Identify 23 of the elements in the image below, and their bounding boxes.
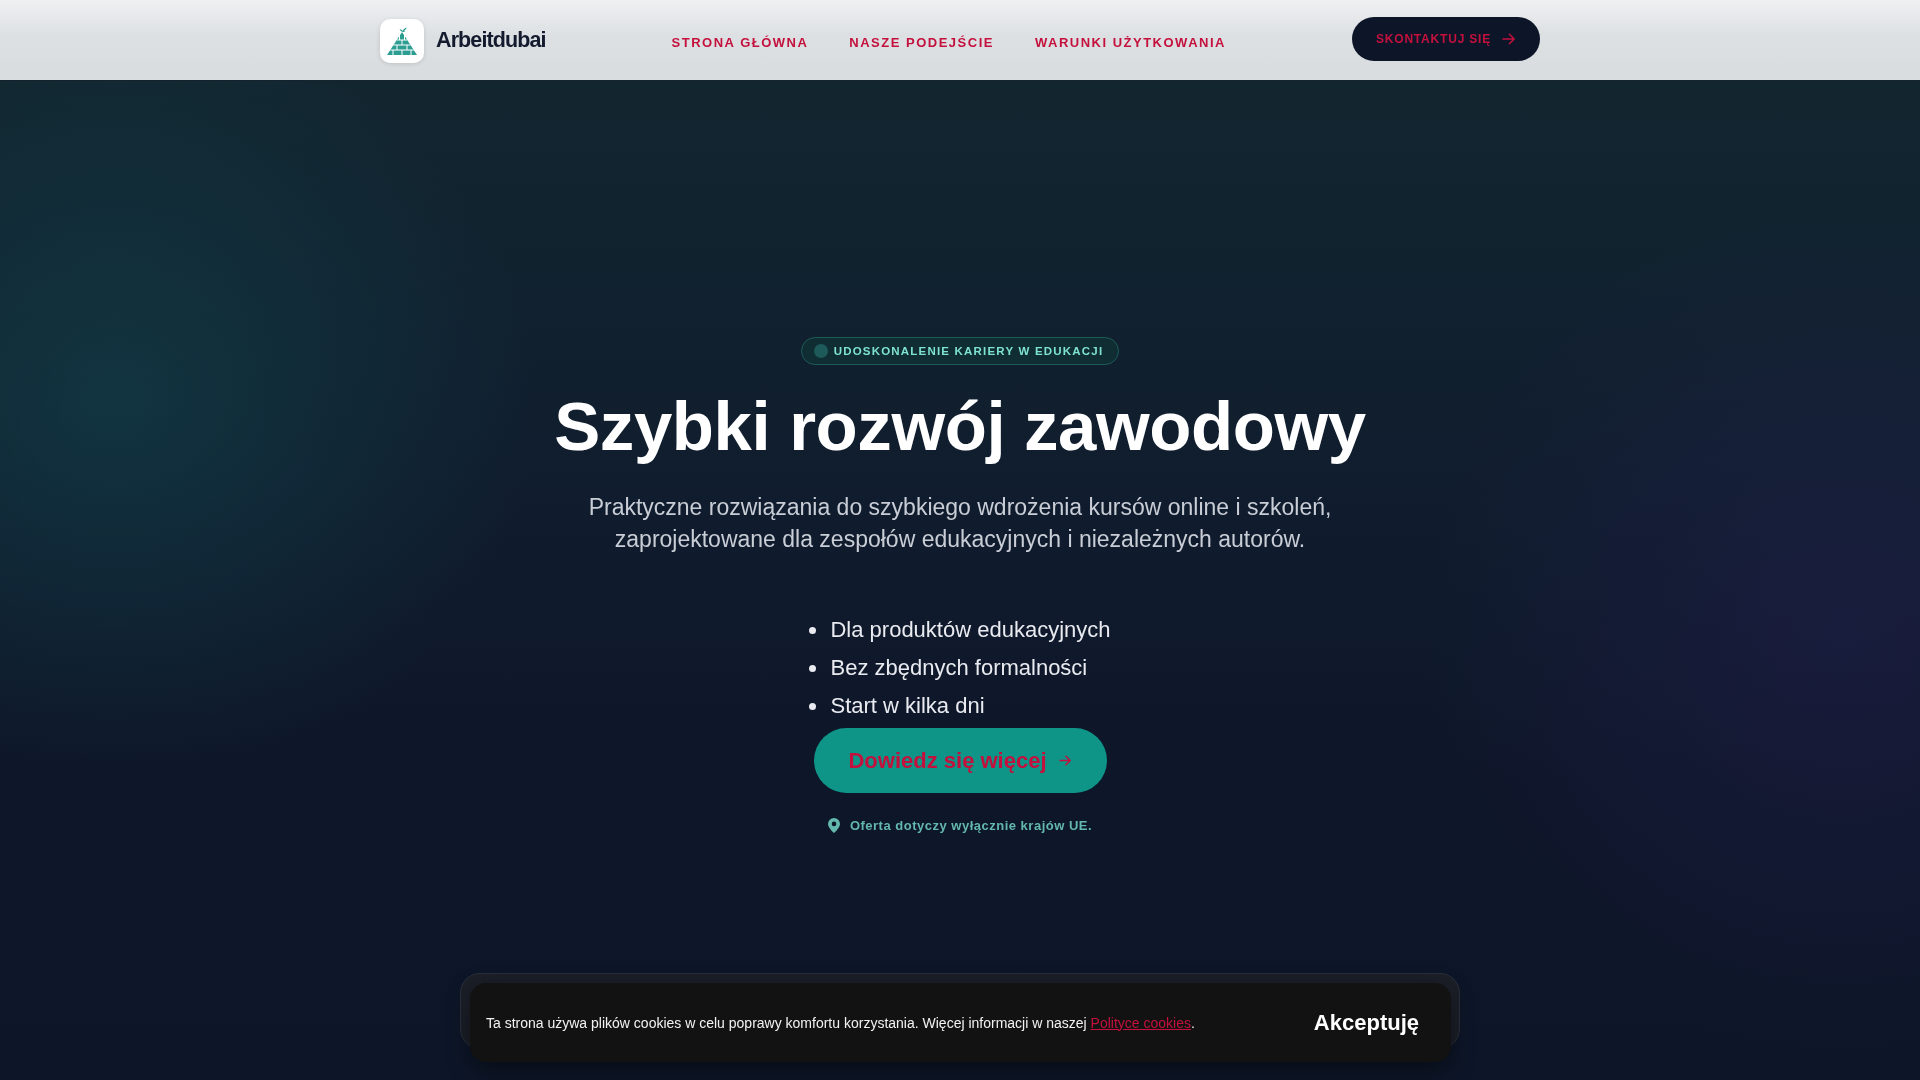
- category-badge: UDOSKONALENIE KARIERY W EDUKACJI: [800, 337, 1120, 365]
- contact-button[interactable]: SKONTAKTUJ SIĘ: [1352, 17, 1540, 61]
- offer-note: Oferta dotyczy wyłącznie krajów UE.: [849, 818, 1093, 833]
- bullet-icon: [809, 626, 817, 634]
- hero-title: Szybki rozwój zawodowy: [554, 387, 1366, 467]
- map-pin-icon: [827, 818, 840, 833]
- hero-subtitle: Praktyczne rozwiązania do szybkiego wdrożenia kursów online i szkoleń, zaprojektowane dla zespołów edukacyjnych i niezależnych autorów.: [587, 493, 1333, 554]
- arrow-right-icon: [1058, 755, 1072, 766]
- brand-name[interactable]: Arbeitdubai: [436, 28, 546, 53]
- cookie-policy-link[interactable]: Polityce cookies: [1090, 1014, 1191, 1031]
- feature-text: Start w kilka dni: [830, 693, 985, 719]
- bullet-icon: [809, 664, 817, 672]
- nav-link[interactable]: STRONA GŁÓWNA: [671, 35, 809, 50]
- arrow-right-icon: [1502, 33, 1516, 45]
- bullet-icon: [809, 702, 817, 710]
- accept-button[interactable]: Akceptuję: [1301, 1001, 1431, 1044]
- nav-link[interactable]: NASZE PODEJŚCIE: [849, 35, 994, 50]
- cookie-message: Ta strona używa plików cookies w celu poprawy komfortu korzystania. Więcej informacji w naszej Polityce cookies.: [486, 1014, 1195, 1031]
- dot-icon: [813, 344, 828, 358]
- feature-text: Dla produktów edukacyjnych: [830, 617, 1111, 643]
- pyramid-logo-icon[interactable]: [380, 18, 424, 63]
- feature-text: Bez zbędnych formalności: [830, 655, 1088, 681]
- nav-link[interactable]: WARUNKI UŻYTKOWANIA: [1034, 35, 1226, 50]
